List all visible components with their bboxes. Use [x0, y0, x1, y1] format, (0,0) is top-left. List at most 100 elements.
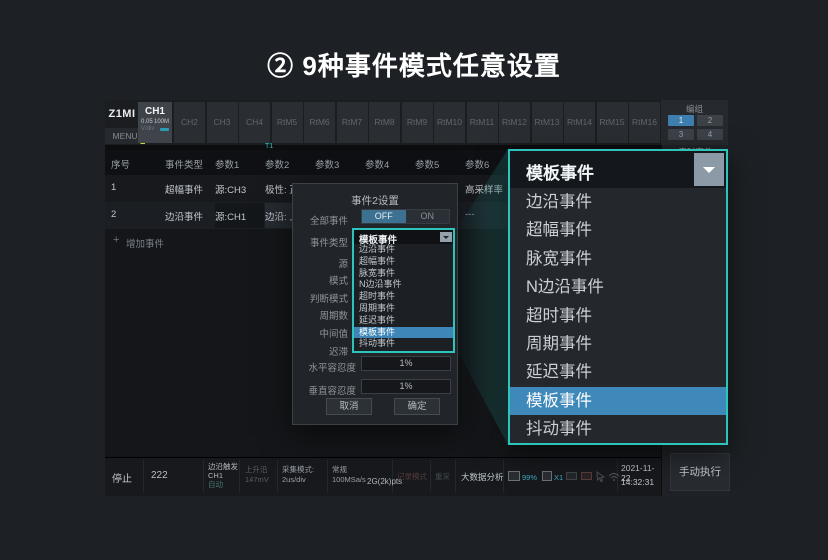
wifi-icon — [608, 472, 620, 481]
dialog-option-9[interactable]: 抖动事件 — [354, 338, 453, 350]
dialog-title: 事件2设置 — [293, 193, 457, 208]
hysteresis-label: 迟滞 — [293, 344, 348, 358]
judge-mode-label: 判断模式 — [293, 291, 348, 305]
tab-ch2[interactable]: CH2 — [174, 102, 205, 143]
run-state: 停止 — [112, 470, 132, 485]
tab-rtm12[interactable]: RtM12 — [499, 102, 530, 143]
on-button[interactable]: ON — [406, 210, 450, 223]
dropdown-option-4[interactable]: N边沿事件 — [510, 273, 726, 301]
bigdata-analysis-label: 大数据分析 — [461, 471, 504, 483]
acquire-info: 采集模式: 2us/div — [282, 465, 314, 485]
tab-rtm11[interactable]: RtM11 — [467, 102, 498, 143]
mode-label: 模式 — [293, 273, 348, 287]
dialog-option-8[interactable]: 模板事件 — [354, 327, 453, 339]
sample-mode: 常规 — [332, 465, 366, 475]
h-tolerance-label: 水平容忍度 — [293, 360, 356, 374]
dropdown-option-7[interactable]: 延迟事件 — [510, 358, 726, 386]
cell-no: 2 — [111, 209, 116, 220]
resample-label: 重采 — [435, 471, 450, 482]
dialog-option-7[interactable]: 延迟事件 — [354, 315, 453, 327]
tab-label: CH1 — [138, 106, 172, 117]
tab-rtm16[interactable]: RtM16 — [629, 102, 660, 143]
tab-rtm14[interactable]: RtM14 — [564, 102, 595, 143]
app-window: Z1MI MENU CH1 0.05 100M V/div CH2 CH3 CH… — [105, 100, 728, 496]
cell-type: 超幅事件 — [165, 182, 203, 196]
tab-ch1[interactable]: CH1 0.05 100M V/div — [138, 102, 172, 143]
group-button-4[interactable]: 4 — [697, 129, 723, 140]
group-button-3[interactable]: 3 — [668, 129, 694, 140]
event-count: 222 — [151, 470, 168, 481]
col-header-type: 事件类型 — [165, 157, 203, 171]
dropdown-selected-value: 模板事件 — [526, 159, 594, 184]
group-button-1[interactable]: 1 — [668, 115, 694, 126]
divider — [430, 460, 431, 492]
tab-rtm15[interactable]: RtM15 — [597, 102, 628, 143]
dropdown-option-9[interactable]: 抖动事件 — [510, 415, 726, 443]
col-header-p3: 参数3 — [315, 157, 339, 171]
page: ② 9种事件模式任意设置 Z1MI MENU CH1 0.05 100M V/d… — [0, 0, 828, 560]
edge-info: 上升沿 147mV — [245, 465, 269, 485]
event-type-label: 事件类型 — [293, 235, 348, 249]
dropdown-arrow-icon[interactable] — [440, 232, 452, 242]
event-settings-dialog: 事件2设置 全部事件 OFF ON 事件类型 源 模式 判断模式 周期数 中间值… — [292, 183, 458, 425]
v-tolerance-field[interactable]: 1% — [361, 379, 451, 394]
channel-indicator-icon — [160, 128, 169, 131]
cell-p1: 源:CH3 — [215, 182, 246, 196]
tab-rtm7[interactable]: RtM7 — [337, 102, 368, 143]
sample-rate: 100MSa/s — [332, 475, 366, 485]
dialog-option-5[interactable]: 超时事件 — [354, 291, 453, 303]
cycle-count-label: 周期数 — [293, 308, 348, 322]
tab-rtm5[interactable]: RtM5 — [272, 102, 303, 143]
dropdown-option-3[interactable]: 脉宽事件 — [510, 245, 726, 273]
dropdown-option-8[interactable]: 模板事件 — [510, 387, 726, 415]
trigger-mode: 自动 — [208, 480, 238, 489]
speed-icon — [542, 471, 552, 481]
divider — [327, 460, 328, 492]
cell-p1: 源:CH1 — [215, 209, 246, 223]
col-header-no: 序号 — [111, 157, 130, 171]
dialog-option-6[interactable]: 周期事件 — [354, 303, 453, 315]
event-type-option-list: 边沿事件 超幅事件 脉宽事件 N边沿事件 超时事件 周期事件 延迟事件 模板事件… — [354, 244, 453, 351]
tab-ch4[interactable]: CH4 — [239, 102, 270, 143]
dropdown-option-1[interactable]: 边沿事件 — [510, 188, 726, 216]
dropdown-option-6[interactable]: 周期事件 — [510, 330, 726, 358]
v-tolerance-label: 垂直容忍度 — [293, 383, 356, 397]
dropdown-header[interactable]: 模板事件 — [510, 151, 726, 188]
divider — [203, 460, 204, 492]
plus-icon: + — [113, 234, 119, 246]
dropdown-option-list: 边沿事件 超幅事件 脉宽事件 N边沿事件 超时事件 周期事件 延迟事件 模板事件… — [510, 188, 726, 444]
dialog-option-1[interactable]: 边沿事件 — [354, 244, 453, 256]
dropdown-option-5[interactable]: 超时事件 — [510, 302, 726, 330]
col-header-p4: 参数4 — [365, 157, 389, 171]
timebase-value: 2us/div — [282, 475, 314, 485]
time-value: 14:32:31 — [621, 477, 654, 487]
event-type-select[interactable]: 模板事件 — [354, 230, 453, 244]
channel-scale: 0.05 — [141, 119, 153, 125]
col-header-p1: 参数1 — [215, 157, 239, 171]
tab-rtm8[interactable]: RtM8 — [369, 102, 400, 143]
tab-rtm9[interactable]: RtM9 — [402, 102, 433, 143]
mouse-icon — [596, 471, 605, 482]
dropdown-option-2[interactable]: 超幅事件 — [510, 216, 726, 244]
dropdown-arrow-button[interactable] — [694, 153, 724, 186]
storage-percent: 99% — [522, 473, 537, 482]
manual-execute-button[interactable]: 手动执行 — [670, 453, 730, 491]
all-events-toggle: OFF ON — [361, 209, 450, 224]
dialog-option-2[interactable]: 超幅事件 — [354, 256, 453, 268]
off-button[interactable]: OFF — [362, 210, 406, 223]
divider — [392, 460, 393, 492]
h-tolerance-field[interactable]: 1% — [361, 356, 451, 371]
group-button-2[interactable]: 2 — [697, 115, 723, 126]
cell-no: 1 — [111, 182, 116, 193]
ok-button[interactable]: 确定 — [394, 398, 440, 415]
tab-rtm13[interactable]: RtM13 — [532, 102, 563, 143]
cancel-button[interactable]: 取消 — [326, 398, 372, 415]
event-type-dropdown: 模板事件 边沿事件 超幅事件 脉宽事件 N边沿事件 超时事件 周期事件 延迟事件… — [352, 228, 455, 353]
tab-rtm10[interactable]: RtM10 — [434, 102, 465, 143]
source-label: 源 — [293, 256, 348, 270]
dialog-option-4[interactable]: N边沿事件 — [354, 279, 453, 291]
dialog-option-3[interactable]: 脉宽事件 — [354, 268, 453, 280]
tab-ch3[interactable]: CH3 — [207, 102, 238, 143]
tab-rtm6[interactable]: RtM6 — [304, 102, 335, 143]
col-header-p6: 参数6 — [465, 157, 489, 171]
